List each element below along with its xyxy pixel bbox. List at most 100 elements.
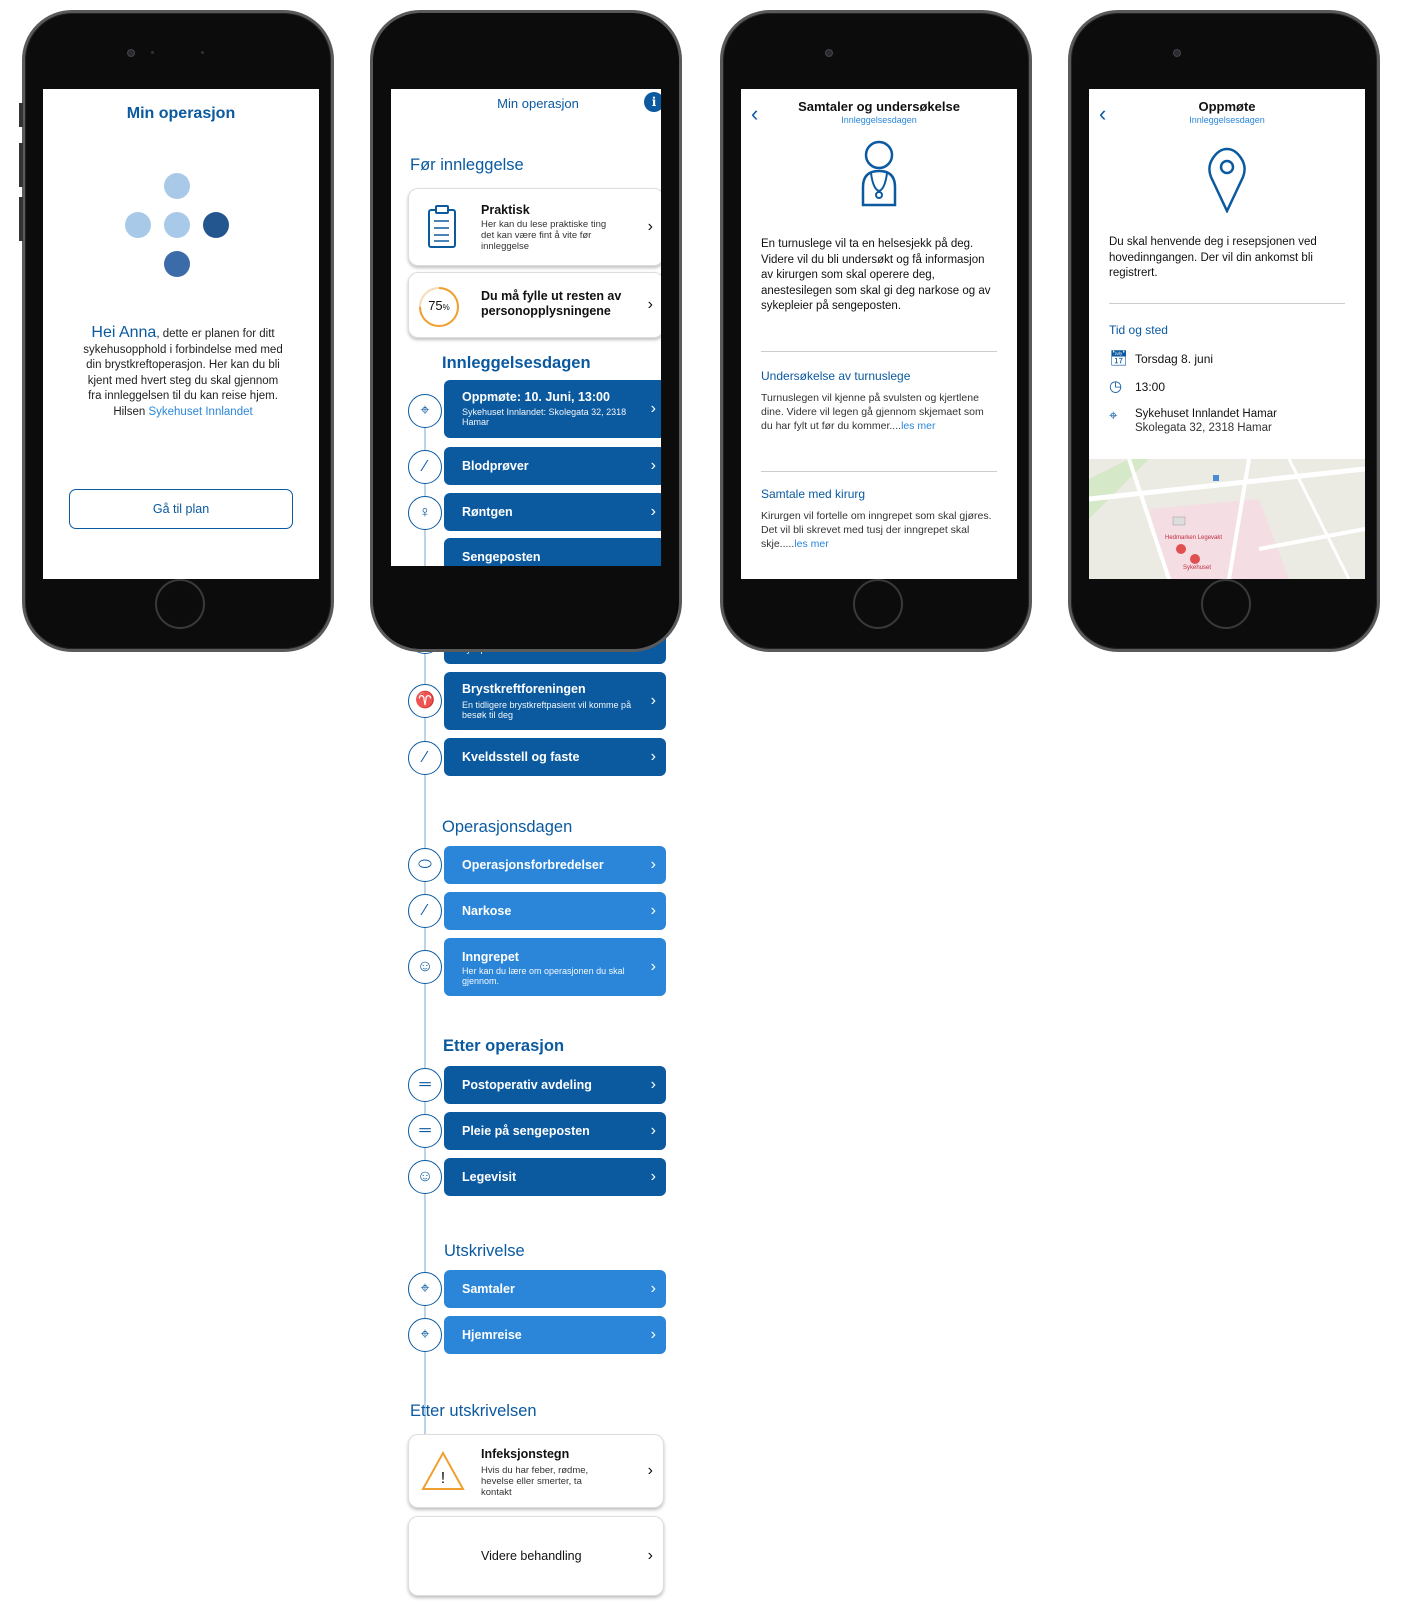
step-arrival[interactable]: Oppmøte: 10. Juni, 13:00 Sykehuset Innla…	[444, 380, 666, 438]
mute-switch	[19, 103, 23, 127]
logo-dot	[164, 212, 190, 238]
home-button[interactable]	[853, 579, 903, 629]
syringe-icon: ∕	[408, 894, 442, 928]
divider	[761, 351, 997, 352]
step-label: Samtaler	[462, 1282, 515, 1296]
map-label: Hedmarken Legevakt	[1165, 535, 1223, 541]
step-doctor-visit[interactable]: Legevisit ›	[444, 1158, 666, 1196]
go-to-plan-button[interactable]: Gå til plan	[69, 489, 293, 529]
section-title: Tid og sted	[1109, 323, 1168, 337]
read-more-link[interactable]: les mer	[901, 420, 935, 432]
chevron-right-icon: ›	[647, 1462, 653, 1479]
chevron-right-icon: ›	[647, 1547, 653, 1564]
section-admission-day: Innleggelsesdagen	[442, 354, 591, 372]
card-infection[interactable]: ! Infeksjonstegn Hvis du har feber, rødm…	[408, 1434, 664, 1508]
step-procedure[interactable]: Inngrepet Her kan du lære om operasjonen…	[444, 938, 666, 996]
phone-frame-arrival: ‹ Oppmøte Innleggelsesdagen Du skal henv…	[1068, 10, 1380, 652]
step-label: Kveldsstell og faste	[462, 750, 580, 764]
phone-frame-plan-top	[373, 13, 679, 89]
section-operation-day: Operasjonsdagen	[442, 818, 573, 836]
phone-frame-conversations: ‹ Samtaler og undersøkelse Innleggelsesd…	[720, 10, 1032, 652]
welcome-screen: Min operasjon Hei Anna, dette er planen …	[43, 89, 319, 579]
step-ward-care[interactable]: Pleie på sengeposten ›	[444, 1112, 666, 1150]
map[interactable]: Hedmarken Legevakt Sykehuset	[1089, 459, 1365, 579]
chevron-right-icon: ›	[650, 1076, 656, 1093]
page-title: Samtaler og undersøkelse	[798, 99, 960, 114]
card-progress[interactable]: 75% Du må fylle ut resten av personopply…	[408, 272, 664, 338]
step-label: Pleie på sengeposten	[462, 1124, 590, 1138]
doctor-icon	[855, 139, 903, 214]
card-subtitle: Her kan du lese praktiske ting det kan v…	[481, 219, 607, 252]
step-xray[interactable]: Røntgen ›	[444, 493, 666, 531]
sensor	[151, 51, 154, 54]
card-title: Videre behandling	[481, 1549, 582, 1563]
logo-dot	[203, 212, 229, 238]
section-after-discharge: Etter utskrivelsen	[410, 1402, 537, 1420]
camera	[127, 49, 135, 57]
card-title: Du må fylle ut resten av personopplysnin…	[481, 289, 622, 318]
step-label: Operasjonsforbredelser	[462, 858, 604, 872]
step-label: Brystkreftforeningen	[462, 682, 586, 696]
chevron-right-icon: ›	[650, 1122, 656, 1139]
doctor-icon: ☺	[408, 1160, 442, 1194]
page-subtitle: Innleggelsesdagen	[841, 115, 917, 125]
section-discharge: Utskrivelse	[444, 1242, 525, 1260]
logo-dot	[164, 251, 190, 277]
step-label: Blodprøver	[462, 459, 529, 473]
progress-unit: %	[442, 303, 450, 312]
step-label: Røntgen	[462, 505, 513, 519]
section-after-operation: Etter operasjon	[443, 1037, 565, 1055]
section-title: Undersøkelse av turnuslege	[761, 369, 911, 383]
chevron-right-icon: ›	[650, 457, 656, 474]
step-travel-home[interactable]: Hjemreise ›	[444, 1316, 666, 1354]
card-title: Praktisk	[481, 203, 530, 217]
section-text: Kirurgen vil fortelle om inngrepet som s…	[761, 509, 997, 551]
intro-text: Du skal henvende deg i resepsjonen ved h…	[1109, 236, 1317, 279]
greeting-text: , dette er planen for ditt sykehusopphol…	[83, 328, 283, 418]
card-practical[interactable]: Praktisk Her kan du lese praktiske ting …	[408, 188, 664, 266]
location-pin-icon	[1207, 147, 1247, 218]
warning-icon: !	[421, 1450, 465, 1496]
camera	[1173, 49, 1181, 57]
place-row: ⌖ Sykehuset Innlandet Hamar Skolegata 32, …	[1109, 407, 1277, 435]
location-pin-icon: ⌖	[408, 1272, 442, 1306]
hospital-link[interactable]: Sykehuset Innlandet	[148, 406, 252, 418]
logo-dot	[125, 212, 151, 238]
conversations-screen: ‹ Samtaler og undersøkelse Innleggelsesd…	[741, 89, 1017, 579]
xray-icon: ♀	[408, 496, 442, 530]
card-further-treatment[interactable]: Videre behandling ›	[408, 1516, 664, 1596]
read-more-link[interactable]: les mer	[794, 538, 828, 550]
page-subtitle: Innleggelsesdagen	[1189, 115, 1265, 125]
home-button[interactable]	[155, 579, 205, 629]
toothbrush-icon: ∕	[408, 741, 442, 775]
step-preparations[interactable]: Operasjonsforbredelser ›	[444, 846, 666, 884]
chevron-right-icon: ›	[650, 1326, 656, 1343]
step-postoperative[interactable]: Postoperativ avdeling ›	[444, 1066, 666, 1104]
step-label: Oppmøte: 10. Juni, 13:00	[462, 390, 610, 404]
divider	[1109, 303, 1345, 304]
pill-icon: ⬭	[408, 848, 442, 882]
time-row: ◷ 13:00	[1109, 377, 1165, 395]
step-conversations[interactable]: Samtaler ›	[444, 1270, 666, 1308]
phone-frame-plan-left	[373, 86, 391, 568]
phone-frame-plan-right	[661, 86, 679, 568]
home-button[interactable]	[1201, 579, 1251, 629]
location-pin-icon: ⌖	[408, 394, 442, 428]
place-address: Skolegata 32, 2318 Hamar	[1135, 422, 1272, 434]
step-anesthesia[interactable]: Narkose ›	[444, 892, 666, 930]
step-blood-tests[interactable]: Blodprøver ›	[444, 447, 666, 485]
camera	[825, 49, 833, 57]
phone-frame-plan-bottom	[373, 566, 679, 649]
step-breast-cancer-association[interactable]: Brystkreftforeningen En tidligere brystk…	[444, 672, 666, 730]
page-title: Min operasjon	[497, 96, 579, 111]
step-label: Legevisit	[462, 1170, 517, 1184]
welcome-text: Hei Anna, dette er planen for ditt sykeh…	[83, 325, 283, 420]
step-evening-care[interactable]: Kveldsstell og faste ›	[444, 738, 666, 776]
map-label: Sykehuset	[1183, 565, 1212, 571]
step-label: Narkose	[462, 904, 512, 918]
intro-text: En turnuslege vil ta en helsesjekk på de…	[761, 238, 991, 312]
section-body: Turnuslegen vil kjenne på svulsten og kj…	[761, 392, 984, 432]
chevron-right-icon: ›	[647, 296, 653, 313]
card-subtitle: Hvis du har feber, rødme, hevelse eller …	[481, 1465, 589, 1498]
greeting-name: Hei Anna	[91, 324, 157, 341]
